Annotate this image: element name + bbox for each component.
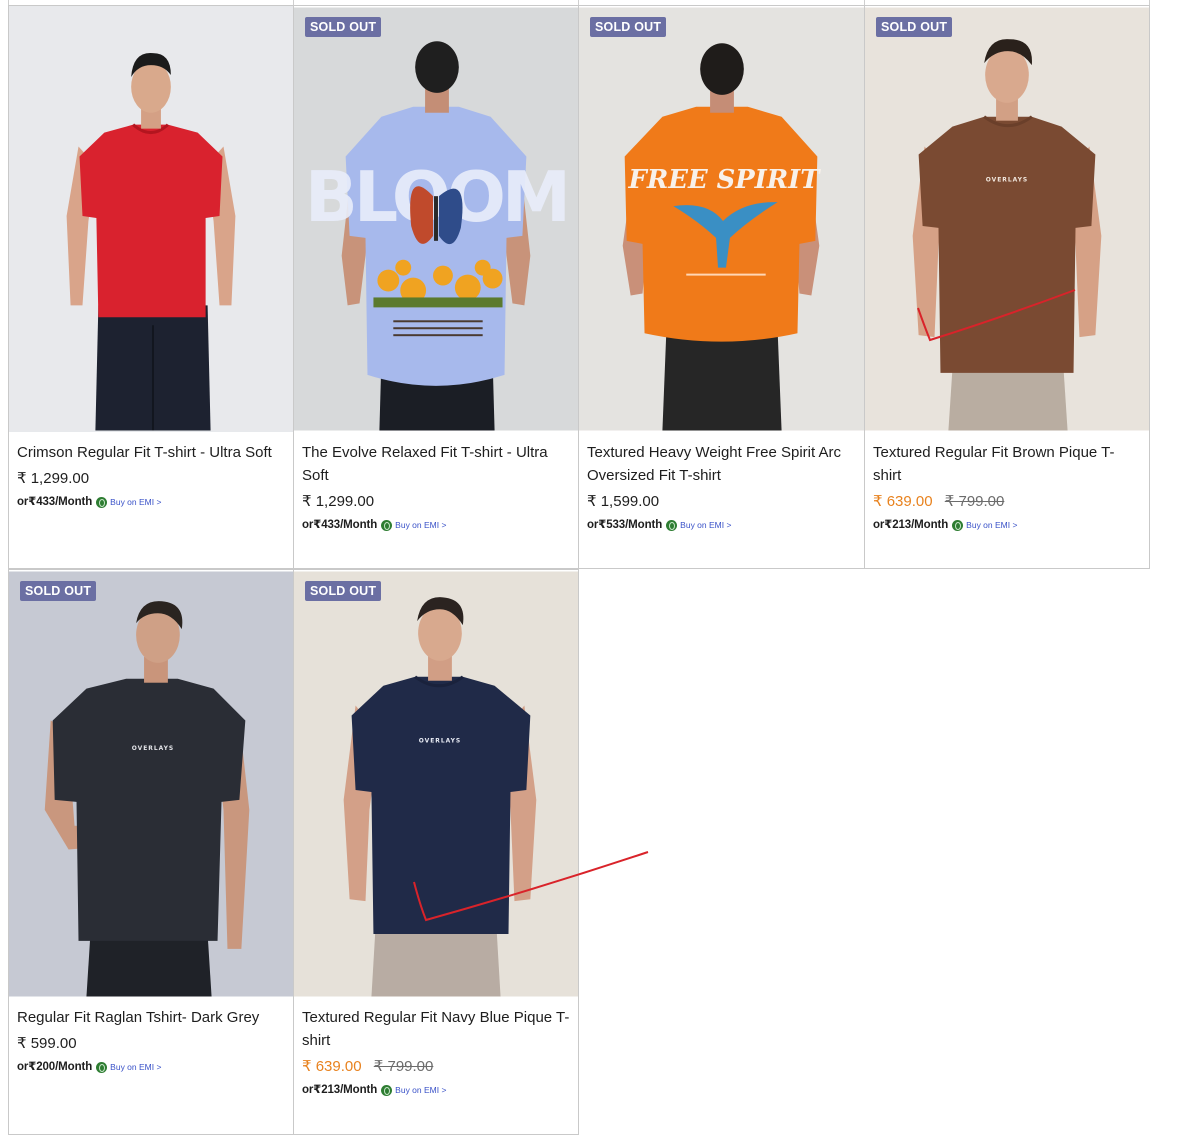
buy-on-emi-link[interactable]: Buy on EMI > [395,518,446,532]
product-info: Textured Heavy Weight Free Spirit Arc Ov… [587,441,856,532]
emi-row: or₹213/Month Buy on EMI > [302,1083,570,1097]
red-tshirt-model-front-image [9,7,293,431]
product-title[interactable]: Textured Regular Fit Navy Blue Pique T-s… [302,1006,570,1052]
product-info: Textured Regular Fit Brown Pique T-shirt… [873,441,1141,532]
emi-amount: or₹213/Month [873,519,949,531]
emi-amount: or₹200/Month [17,1061,93,1073]
emi-amount: or₹433/Month [302,519,378,531]
sold-out-badge: SOLD OUT [305,581,382,601]
sale-price: ₹ 639.00 [873,493,933,510]
product-price: ₹ 1,299.00 [17,469,285,489]
regular-price: ₹ 1,299.00 [302,493,375,510]
emi-amount: or₹213/Month [302,1084,378,1096]
product-title[interactable]: Regular Fit Raglan Tshirt- Dark Grey [17,1006,285,1029]
emi-provider-icon [952,519,964,531]
brown-tshirt-model-front-image: OVERLAYS [865,7,1149,431]
product-image[interactable]: FREE SPIRIT SOLD OUT [579,6,864,432]
product-card[interactable]: OVERLAYS SOLD OUT Regular Fit Raglan Tsh… [8,569,294,1135]
buy-on-emi-link[interactable]: Buy on EMI > [110,495,161,509]
regular-price: ₹ 1,299.00 [17,470,90,487]
sold-out-badge: SOLD OUT [20,581,97,601]
product-image[interactable] [9,6,293,432]
product-title[interactable]: Crimson Regular Fit T-shirt - Ultra Soft [17,441,285,464]
product-card[interactable]: Crimson Regular Fit T-shirt - Ultra Soft… [8,5,294,569]
product-card[interactable]: OVERLAYS SOLD OUT Textured Regular Fit N… [293,569,579,1135]
product-image[interactable]: OVERLAYS SOLD OUT [865,6,1149,432]
buy-on-emi-link[interactable]: Buy on EMI > [395,1083,446,1097]
svg-text:OVERLAYS: OVERLAYS [419,737,461,744]
svg-text:FREE SPIRIT: FREE SPIRIT [628,165,822,195]
svg-text:OVERLAYS: OVERLAYS [132,745,174,752]
emi-row: or₹533/Month Buy on EMI > [587,518,856,532]
product-info: Regular Fit Raglan Tshirt- Dark Grey ₹ 5… [17,1006,285,1074]
emi-row: or₹433/Month Buy on EMI > [17,495,285,509]
dark-grey-raglan-tshirt-model-image: OVERLAYS [9,571,293,997]
svg-text:OVERLAYS: OVERLAYS [986,176,1028,183]
sold-out-badge: SOLD OUT [590,17,667,37]
emi-amount: or₹533/Month [587,519,663,531]
product-price: ₹ 639.00 ₹ 799.00 [302,1057,570,1077]
emi-provider-icon [381,519,393,531]
sold-out-badge: SOLD OUT [876,17,953,37]
product-info: Textured Regular Fit Navy Blue Pique T-s… [302,1006,570,1097]
regular-price: ₹ 599.00 [17,1035,77,1052]
orange-free-spirit-tshirt-back-image: FREE SPIRIT [579,7,864,431]
product-card[interactable]: BLOOM SOLD OUT The Evolve Relaxed Fit T-… [293,5,579,569]
buy-on-emi-link[interactable]: Buy on EMI > [680,518,731,532]
emi-amount: or₹433/Month [17,496,93,508]
product-price: ₹ 639.00 ₹ 799.00 [873,492,1141,512]
product-image[interactable]: BLOOM SOLD OUT [294,6,578,432]
emi-row: or₹433/Month Buy on EMI > [302,518,570,532]
blue-bloom-print-tshirt-back-image: BLOOM [294,7,578,431]
emi-provider-icon [96,496,108,508]
emi-provider-icon [381,1084,393,1096]
product-info: The Evolve Relaxed Fit T-shirt - Ultra S… [302,441,570,532]
regular-price: ₹ 1,599.00 [587,493,660,510]
emi-row: or₹213/Month Buy on EMI > [873,518,1141,532]
product-card[interactable]: OVERLAYS SOLD OUT Textured Regular Fit B… [864,5,1150,569]
emi-row: or₹200/Month Buy on EMI > [17,1060,285,1074]
emi-provider-icon [666,519,678,531]
product-title[interactable]: Textured Regular Fit Brown Pique T-shirt [873,441,1141,487]
sale-price: ₹ 639.00 [302,1058,362,1075]
product-card[interactable]: FREE SPIRIT SOLD OUT Textured Heavy Weig… [578,5,865,569]
product-price: ₹ 599.00 [17,1034,285,1054]
sold-out-badge: SOLD OUT [305,17,382,37]
buy-on-emi-link[interactable]: Buy on EMI > [966,518,1017,532]
product-price: ₹ 1,299.00 [302,492,570,512]
compare-at-price: ₹ 799.00 [944,493,1005,510]
product-title[interactable]: Textured Heavy Weight Free Spirit Arc Ov… [587,441,856,487]
product-image[interactable]: OVERLAYS SOLD OUT [294,570,578,998]
emi-provider-icon [96,1061,108,1073]
buy-on-emi-link[interactable]: Buy on EMI > [110,1060,161,1074]
product-title[interactable]: The Evolve Relaxed Fit T-shirt - Ultra S… [302,441,570,487]
product-image[interactable]: OVERLAYS SOLD OUT [9,570,293,998]
product-info: Crimson Regular Fit T-shirt - Ultra Soft… [17,441,285,509]
navy-tshirt-model-front-image: OVERLAYS [294,571,578,997]
product-price: ₹ 1,599.00 [587,492,856,512]
compare-at-price: ₹ 799.00 [373,1058,434,1075]
